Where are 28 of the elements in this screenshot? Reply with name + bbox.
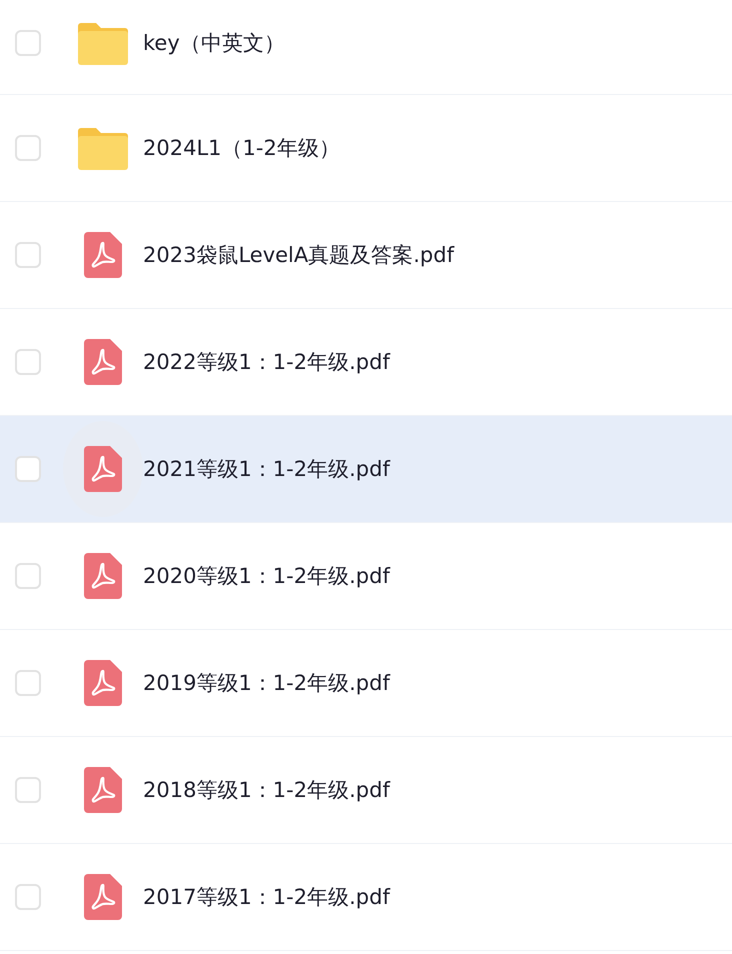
file-name: 2024L1（1-2年级） <box>143 135 340 162</box>
file-name: 2023袋鼠LevelA真题及答案.pdf <box>143 242 454 269</box>
file-name: 2022等级1：1-2年级.pdf <box>143 349 390 376</box>
file-name: 2021等级1：1-2年级.pdf <box>143 456 390 483</box>
file-name: 2019等级1：1-2年级.pdf <box>143 670 390 697</box>
checkbox[interactable] <box>15 563 41 589</box>
pdf-file-icon <box>84 660 122 706</box>
checkbox[interactable] <box>15 456 41 482</box>
pdf-file-icon <box>84 553 122 599</box>
pdf-file-icon <box>84 446 122 492</box>
file-name: 2020等级1：1-2年级.pdf <box>143 563 390 590</box>
checkbox[interactable] <box>15 349 41 375</box>
folder-icon <box>78 126 128 170</box>
checkbox[interactable] <box>15 884 41 910</box>
folder-icon <box>78 21 128 65</box>
checkbox[interactable] <box>15 777 41 803</box>
checkbox[interactable] <box>15 135 41 161</box>
checkbox[interactable] <box>15 30 41 56</box>
pdf-file-icon <box>84 339 122 385</box>
pdf-file-icon <box>84 232 122 278</box>
checkbox[interactable] <box>15 670 41 696</box>
file-row[interactable]: 2021等级1：1-2年级.pdf <box>0 416 732 523</box>
file-name: 2017等级1：1-2年级.pdf <box>143 884 390 911</box>
file-name: 2018等级1：1-2年级.pdf <box>143 777 390 804</box>
checkbox[interactable] <box>15 242 41 268</box>
pdf-file-icon <box>84 874 122 920</box>
pdf-file-icon <box>84 767 122 813</box>
file-name: key（中英文） <box>143 30 285 57</box>
